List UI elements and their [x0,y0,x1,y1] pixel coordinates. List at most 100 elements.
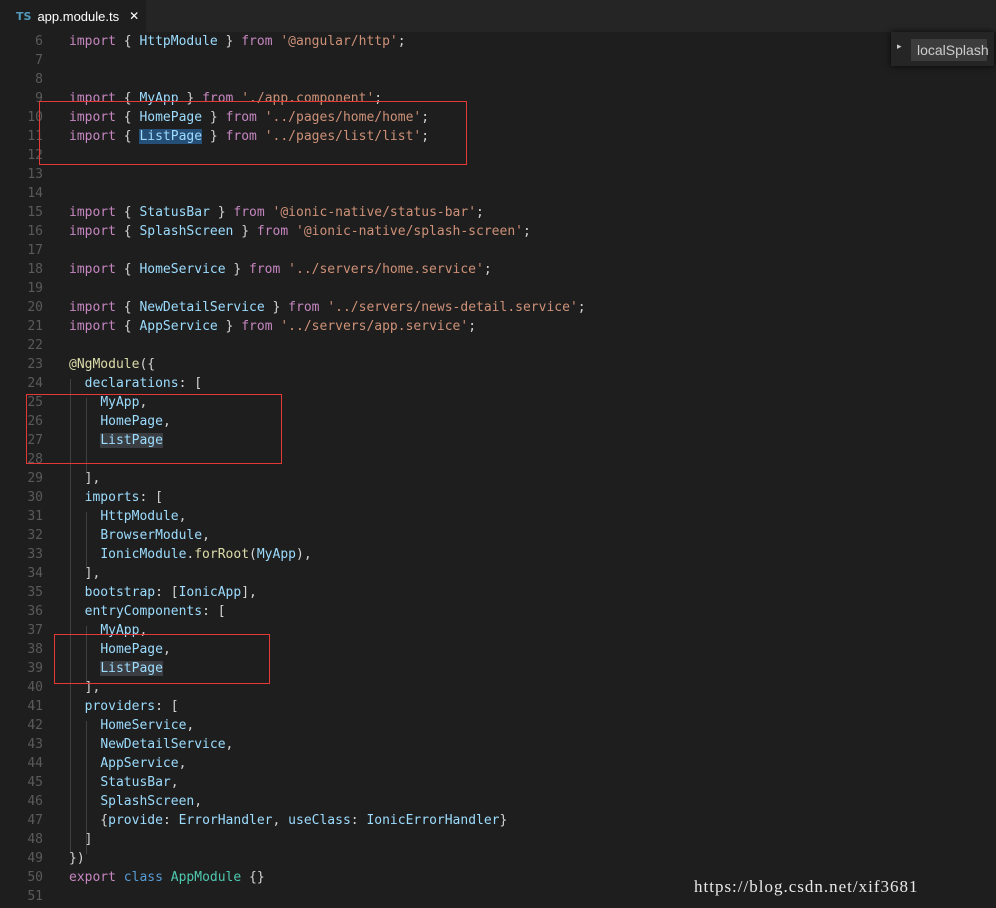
code-line[interactable]: 27 ListPage [0,431,996,450]
code-text[interactable]: SplashScreen, [69,792,202,811]
code-text[interactable]: ], [69,564,101,583]
code-line[interactable]: 35 bootstrap: [IonicApp], [0,583,996,602]
code-text[interactable]: {provide: ErrorHandler, useClass: IonicE… [69,811,507,830]
code-text[interactable]: import { HomePage } from '../pages/home/… [69,108,429,127]
code-text[interactable]: NewDetailService, [69,735,233,754]
code-line[interactable]: 19 [0,279,996,298]
code-line[interactable]: 23 @NgModule({ [0,355,996,374]
line-number: 31 [27,509,43,524]
code-text[interactable]: ListPage [69,431,163,450]
code-text[interactable]: IonicModule.forRoot(MyApp), [69,545,311,564]
code-text[interactable]: HomePage, [69,640,170,659]
code-line[interactable]: 38 HomePage, [0,640,996,659]
code-line[interactable]: 7 [0,51,996,70]
code-line[interactable]: 39 ListPage [0,659,996,678]
code-line[interactable]: 22 [0,336,996,355]
code-text[interactable]: HomePage, [69,412,170,431]
code-text[interactable]: HttpModule, [69,507,186,526]
code-text[interactable]: entryComponents: [ [69,602,226,621]
code-line[interactable]: 30 imports: [ [0,488,996,507]
code-text[interactable]: import { HttpModule } from '@angular/htt… [69,32,406,51]
line-number: 12 [27,148,43,163]
code-text[interactable]: ], [69,469,101,488]
code-line[interactable]: 25 MyApp, [0,393,996,412]
line-number: 49 [27,851,43,866]
code-text[interactable]: import { HomeService } from '../servers/… [69,260,492,279]
code-line[interactable]: 47 {provide: ErrorHandler, useClass: Ion… [0,811,996,830]
code-line[interactable]: 43 NewDetailService, [0,735,996,754]
code-editor[interactable]: 6 import { HttpModule } from '@angular/ht… [0,32,996,908]
code-text[interactable]: StatusBar, [69,773,178,792]
code-line[interactable]: 11 import { ListPage } from '../pages/lis… [0,127,996,146]
code-line[interactable]: 26 HomePage, [0,412,996,431]
editor-tab[interactable]: TS app.module.ts ✕ [0,0,146,32]
line-number: 14 [27,186,43,201]
tab-bar: TS app.module.ts ✕ [0,0,996,32]
close-icon[interactable]: ✕ [129,9,139,23]
code-text[interactable]: import { MyApp } from './app.component'; [69,89,382,108]
code-line[interactable]: 20 import { NewDetailService } from '../s… [0,298,996,317]
code-text[interactable]: import { AppService } from '../servers/a… [69,317,476,336]
code-line[interactable]: 15 import { StatusBar } from '@ionic-nati… [0,203,996,222]
code-text[interactable]: providers: [ [69,697,179,716]
line-number: 43 [27,737,43,752]
code-line[interactable]: 42 HomeService, [0,716,996,735]
line-number: 6 [35,34,43,49]
code-text[interactable]: import { SplashScreen } from '@ionic-nat… [69,222,531,241]
code-line[interactable]: 31 HttpModule, [0,507,996,526]
code-line[interactable]: 41 providers: [ [0,697,996,716]
code-text[interactable]: ], [69,678,101,697]
expand-arrow-icon[interactable]: ▸ [897,42,902,52]
code-line[interactable]: 9 import { MyApp } from './app.component'… [0,89,996,108]
code-text[interactable]: ] [69,830,93,849]
code-line[interactable]: 45 StatusBar, [0,773,996,792]
code-text[interactable]: MyApp, [69,393,147,412]
code-line[interactable]: 48 ] [0,830,996,849]
code-line[interactable]: 46 SplashScreen, [0,792,996,811]
code-line[interactable]: 17 [0,241,996,260]
line-number: 23 [27,357,43,372]
outline-panel[interactable]: ▸ localSplash [891,32,994,66]
code-text[interactable]: }) [69,849,85,868]
line-number: 9 [35,91,43,106]
code-line[interactable]: 33 IonicModule.forRoot(MyApp), [0,545,996,564]
code-text[interactable]: bootstrap: [IonicApp], [69,583,257,602]
line-number: 30 [27,490,43,505]
code-text[interactable]: import { NewDetailService } from '../ser… [69,298,586,317]
code-text[interactable]: declarations: [ [69,374,202,393]
line-number: 17 [27,243,43,258]
line-number: 22 [27,338,43,353]
code-line[interactable]: 40 ], [0,678,996,697]
code-line[interactable]: 21 import { AppService } from '../servers… [0,317,996,336]
code-line[interactable]: 36 entryComponents: [ [0,602,996,621]
code-text[interactable]: import { StatusBar } from '@ionic-native… [69,203,484,222]
outline-symbol-label[interactable]: localSplash [911,39,989,61]
code-line[interactable]: 14 [0,184,996,203]
code-line[interactable]: 29 ], [0,469,996,488]
line-number: 33 [27,547,43,562]
code-text[interactable]: HomeService, [69,716,194,735]
code-line[interactable]: 34 ], [0,564,996,583]
code-line[interactable]: 49}) [0,849,996,868]
code-text[interactable]: MyApp, [69,621,147,640]
code-line[interactable]: 18 import { HomeService } from '../server… [0,260,996,279]
code-text[interactable]: @NgModule({ [69,355,155,374]
code-line[interactable]: 12 [0,146,996,165]
code-text[interactable]: AppService, [69,754,186,773]
code-line[interactable]: 32 BrowserModule, [0,526,996,545]
code-text[interactable]: ListPage [69,659,163,678]
code-text[interactable]: export class AppModule {} [69,868,265,887]
code-line[interactable]: 37 MyApp, [0,621,996,640]
line-number: 11 [27,129,43,144]
code-text[interactable]: BrowserModule, [69,526,210,545]
code-line[interactable]: 44 AppService, [0,754,996,773]
code-text[interactable]: import { ListPage } from '../pages/list/… [69,127,429,146]
code-text[interactable]: imports: [ [69,488,163,507]
code-line[interactable]: 8 [0,70,996,89]
code-line[interactable]: 24 declarations: [ [0,374,996,393]
code-line[interactable]: 28 [0,450,996,469]
code-line[interactable]: 10 import { HomePage } from '../pages/hom… [0,108,996,127]
code-line[interactable]: 16 import { SplashScreen } from '@ionic-n… [0,222,996,241]
code-line[interactable]: 6 import { HttpModule } from '@angular/ht… [0,32,996,51]
code-line[interactable]: 13 [0,165,996,184]
